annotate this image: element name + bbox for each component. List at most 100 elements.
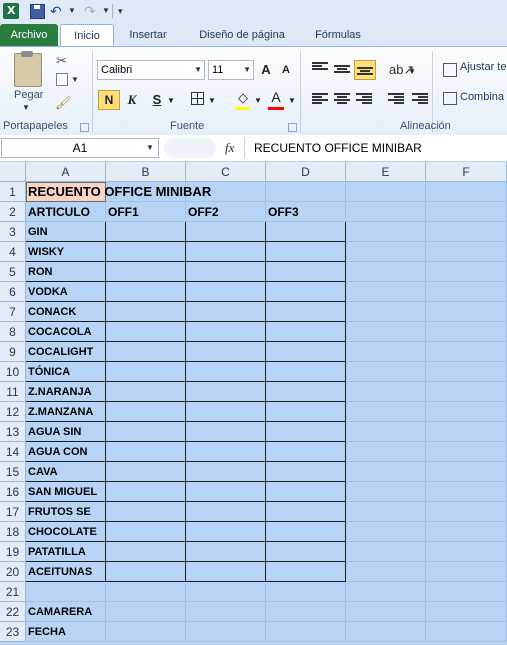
cell[interactable] [266,602,346,622]
cell[interactable] [106,362,186,382]
cell[interactable] [266,522,346,542]
cell[interactable] [186,402,266,422]
cell[interactable] [106,622,186,642]
tab-insertar[interactable]: Insertar [116,24,180,46]
cell[interactable] [426,202,507,222]
cell[interactable] [346,422,426,442]
cell[interactable] [426,422,507,442]
cell[interactable] [106,482,186,502]
merge-center-icon[interactable] [443,92,457,105]
cell[interactable] [426,562,507,582]
cell[interactable] [426,442,507,462]
column-header-c[interactable]: C [186,162,266,182]
row-header-17[interactable]: 17 [0,502,26,522]
header-cell[interactable]: OFF1 [106,202,186,222]
tab-archivo[interactable]: Archivo [0,24,58,46]
increase-indent-icon[interactable] [412,93,428,105]
cell[interactable] [106,602,186,622]
cell[interactable] [106,462,186,482]
column-header-b[interactable]: B [106,162,186,182]
italic-button[interactable]: K [125,91,139,109]
cell[interactable] [266,262,346,282]
cell[interactable] [426,322,507,342]
cell[interactable] [426,522,507,542]
cell[interactable] [266,582,346,602]
copy-dropdown-icon[interactable]: ▼ [71,75,79,84]
cell[interactable] [266,462,346,482]
footer-cell[interactable]: CAMARERA [26,602,106,622]
cell[interactable] [106,502,186,522]
cell[interactable] [346,202,426,222]
row-header-23[interactable]: 23 [0,622,26,642]
copy-icon[interactable] [56,73,68,86]
header-cell[interactable]: OFF2 [186,202,266,222]
cell[interactable] [106,542,186,562]
cell[interactable] [346,262,426,282]
cell[interactable] [106,382,186,402]
item-cell[interactable]: TÓNICA [26,362,106,382]
cell[interactable] [426,502,507,522]
cut-icon[interactable]: ✂ [56,53,67,69]
row-header-11[interactable]: 11 [0,382,26,402]
cell[interactable] [346,462,426,482]
align-top-icon[interactable] [312,62,328,74]
paste-dropdown-icon[interactable]: ▼ [22,103,30,112]
name-box[interactable]: A1 [1,138,159,158]
cell[interactable] [106,242,186,262]
redo-icon[interactable]: ↷ [84,3,100,19]
cell[interactable] [426,362,507,382]
cell[interactable] [346,222,426,242]
cell[interactable] [346,522,426,542]
cell[interactable] [106,562,186,582]
cell[interactable] [266,362,346,382]
undo-icon[interactable]: ↶ [50,3,66,19]
cell[interactable] [186,262,266,282]
cell[interactable] [186,582,266,602]
column-header-a[interactable]: A [26,162,106,182]
cell[interactable] [106,402,186,422]
cell[interactable] [266,222,346,242]
cell[interactable] [426,602,507,622]
excel-app-icon[interactable]: X [3,3,19,19]
format-painter-icon[interactable]: 🖌 [55,95,72,111]
cell[interactable] [266,322,346,342]
align-bottom-icon[interactable] [354,60,376,80]
cell[interactable] [346,342,426,362]
orientation-dropdown-icon[interactable]: ▼ [408,63,416,81]
row-header-7[interactable]: 7 [0,302,26,322]
cell[interactable] [266,482,346,502]
cell[interactable] [426,582,507,602]
cell[interactable] [186,382,266,402]
cell[interactable] [106,302,186,322]
cell[interactable] [106,582,186,602]
cell[interactable] [186,602,266,622]
cell[interactable] [426,262,507,282]
align-center-icon[interactable] [334,93,350,105]
cell[interactable] [346,322,426,342]
cell[interactable] [186,622,266,642]
item-cell[interactable]: COCALIGHT [26,342,106,362]
tab-formulas[interactable]: Fórmulas [306,24,370,46]
cell[interactable] [186,442,266,462]
font-size-field[interactable]: 11 ▼ [208,60,254,80]
cell[interactable] [346,562,426,582]
cell[interactable] [346,402,426,422]
cell[interactable] [346,302,426,322]
cell[interactable] [346,182,426,202]
cell[interactable] [426,302,507,322]
grow-font-button[interactable]: A [258,61,274,79]
cell[interactable] [426,342,507,362]
row-header-15[interactable]: 15 [0,462,26,482]
wrap-text-icon[interactable] [443,63,457,77]
row-header-12[interactable]: 12 [0,402,26,422]
cell[interactable] [186,462,266,482]
row-header-19[interactable]: 19 [0,542,26,562]
cell[interactable] [426,542,507,562]
item-cell[interactable]: CHOCOLATE [26,522,106,542]
paste-icon[interactable] [14,51,42,87]
redo-dropdown-icon[interactable]: ▼ [102,3,110,19]
bold-button[interactable]: N [98,90,120,110]
cell[interactable] [186,302,266,322]
item-cell[interactable]: AGUA SIN [26,422,106,442]
cell[interactable] [346,602,426,622]
